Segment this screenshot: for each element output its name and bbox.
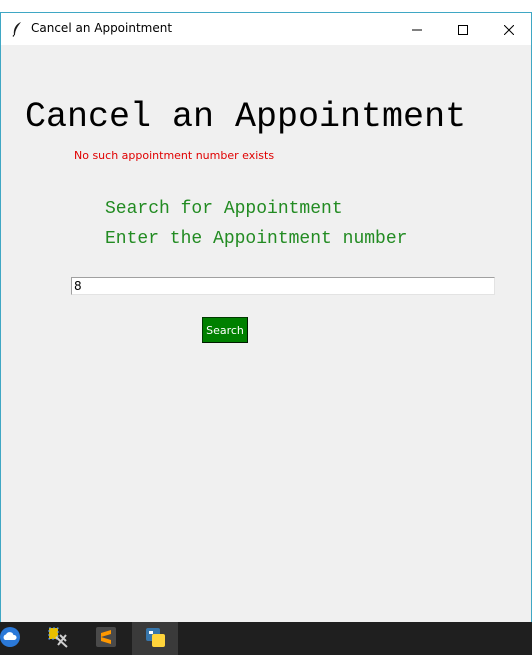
maximize-button[interactable] bbox=[440, 13, 486, 45]
taskbar-item-cloud[interactable] bbox=[0, 622, 33, 655]
error-message: No such appointment number exists bbox=[74, 149, 275, 162]
taskbar-item-build-tools[interactable] bbox=[35, 622, 81, 655]
search-section-title: Search for Appointment bbox=[105, 199, 343, 219]
title-bar[interactable]: Cancel an Appointment bbox=[1, 13, 531, 45]
cloud-icon bbox=[0, 626, 21, 652]
python-icon bbox=[143, 625, 167, 653]
maximize-icon bbox=[458, 20, 468, 39]
app-window: Cancel an Appointment Cancel an Appointm… bbox=[0, 12, 532, 622]
minimize-button[interactable] bbox=[394, 13, 440, 45]
minimize-icon bbox=[412, 20, 422, 39]
taskbar-item-python[interactable] bbox=[132, 622, 178, 655]
search-button[interactable]: Search bbox=[202, 317, 248, 343]
close-button[interactable] bbox=[486, 13, 531, 45]
build-tools-icon bbox=[46, 625, 70, 653]
appointment-number-input[interactable] bbox=[71, 277, 495, 295]
taskbar bbox=[0, 622, 532, 655]
window-content: Cancel an Appointment No such appointmen… bbox=[1, 45, 531, 622]
appointment-number-label: Enter the Appointment number bbox=[105, 229, 408, 249]
page-title: Cancel an Appointment bbox=[25, 97, 467, 137]
window-title: Cancel an Appointment bbox=[31, 21, 173, 35]
taskbar-item-sublime-text[interactable] bbox=[83, 622, 129, 655]
feather-icon bbox=[11, 21, 23, 37]
sublime-text-icon bbox=[94, 625, 118, 653]
close-icon bbox=[503, 20, 515, 39]
